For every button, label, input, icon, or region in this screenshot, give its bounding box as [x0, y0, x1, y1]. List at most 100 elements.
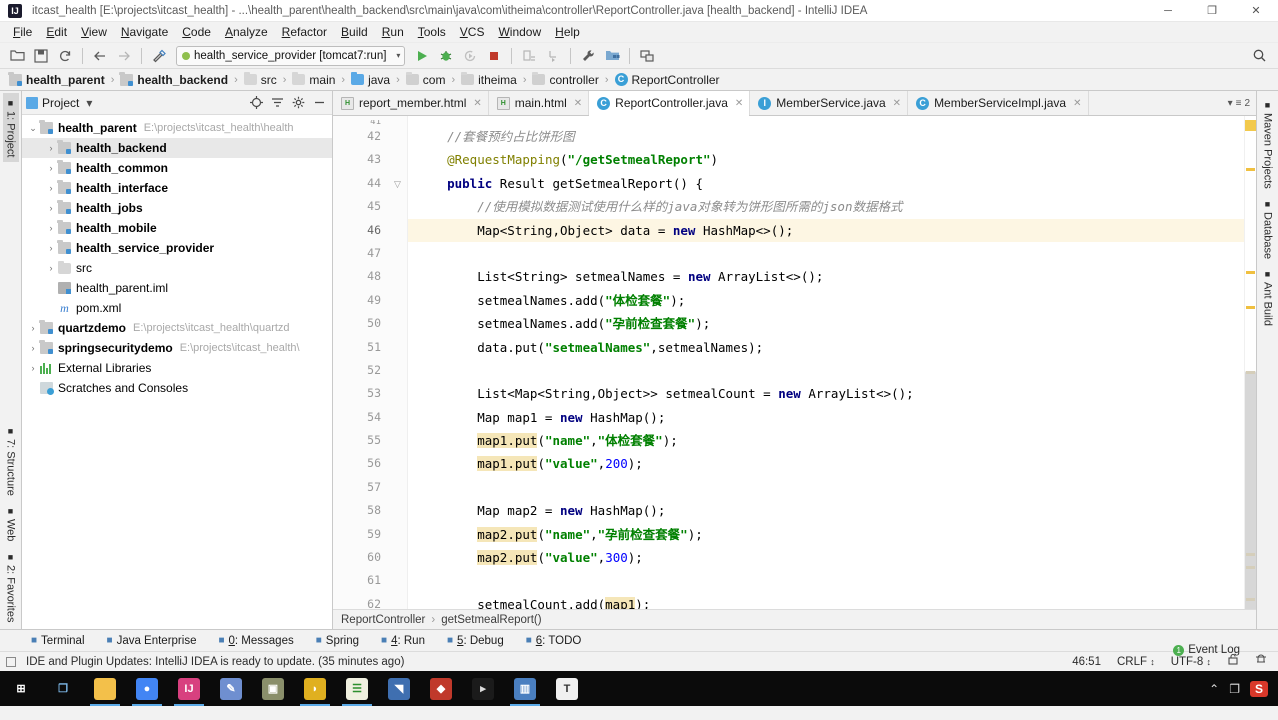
editor-tab-main-html[interactable]: Hmain.html ✕ [489, 91, 590, 115]
build-hammer-icon[interactable] [148, 45, 170, 67]
line-number[interactable]: 56 [333, 452, 389, 475]
line-number[interactable]: 57 [333, 476, 389, 499]
menu-item-view[interactable]: View [74, 22, 114, 43]
code-line[interactable]: setmealNames.add("体检套餐"); [407, 289, 1244, 312]
taskbar-editplus-icon[interactable]: ☰ [336, 671, 378, 706]
code-line[interactable]: @RequestMapping("/getSetmealReport") [407, 148, 1244, 171]
tree-node-health-mobile[interactable]: › health_mobile [22, 218, 332, 238]
tree-expand-arrow[interactable]: › [44, 183, 58, 193]
breadcrumb-item-src[interactable]: src › [241, 69, 290, 91]
menu-item-window[interactable]: Window [491, 22, 548, 43]
editor-tab-reportcontroller-java[interactable]: C ReportController.java ✕ [589, 91, 751, 116]
minimize-button[interactable]: ─ [1146, 0, 1190, 22]
line-number[interactable]: 62 [333, 593, 389, 609]
editor-scrollbar-thumb[interactable] [1245, 371, 1256, 609]
inspection-icon[interactable] [1250, 653, 1272, 671]
menu-item-code[interactable]: Code [175, 22, 218, 43]
update-application-icon[interactable] [518, 45, 540, 67]
error-stripe-markers[interactable] [1244, 116, 1256, 609]
breadcrumb-item-com[interactable]: com › [403, 69, 458, 91]
tree-expand-arrow[interactable]: › [44, 263, 58, 273]
show-hidden-icons[interactable]: ⌃ [1209, 682, 1219, 696]
editor-breadcrumb-getsetmealreport-[interactable]: getSetmealReport() [441, 614, 541, 626]
tree-node-health-interface[interactable]: › health_interface [22, 178, 332, 198]
tree-node-health-jobs[interactable]: › health_jobs [22, 198, 332, 218]
chevron-down-icon[interactable]: ▾ [83, 94, 95, 111]
code-line[interactable]: //套餐预约占比饼形图 [407, 125, 1244, 148]
taskbar-task-view-icon[interactable]: ❐ [42, 671, 84, 706]
code-folding-column[interactable]: ▽ [389, 116, 407, 609]
code-line[interactable]: Map<String,Object> data = new HashMap<>(… [407, 218, 1244, 242]
code-line[interactable]: data.put("setmealNames",setmealNames); [407, 336, 1244, 359]
code-line[interactable]: setmealNames.add("孕前检查套餐"); [407, 312, 1244, 335]
code-line[interactable]: map2.put("name","孕前检查套餐"); [407, 523, 1244, 546]
close-icon[interactable]: ✕ [574, 98, 582, 109]
tree-expand-arrow[interactable]: › [44, 243, 58, 253]
tree-expand-arrow[interactable]: › [44, 143, 58, 153]
line-number[interactable]: 51 [333, 336, 389, 359]
taskbar-charts-icon[interactable]: ◥ [378, 671, 420, 706]
snipaste-icon[interactable]: S [1249, 680, 1268, 697]
tool-window-7-structure[interactable]: ■ 7: Structure [3, 421, 19, 501]
code-line[interactable]: map1.put("value",200); [407, 452, 1244, 475]
bottom-tool-terminal[interactable]: ■ Terminal [28, 631, 88, 651]
code-line[interactable] [407, 242, 1244, 265]
bottom-tool-4-run[interactable]: ■ 4: Run [378, 631, 428, 651]
code-line[interactable]: Map map1 = new HashMap(); [407, 406, 1244, 429]
save-all-icon[interactable] [30, 45, 52, 67]
tree-expand-arrow[interactable]: › [26, 363, 40, 373]
tree-node-health-common[interactable]: › health_common [22, 158, 332, 178]
bottom-tool-spring[interactable]: ■ Spring [313, 631, 362, 651]
tree-expand-arrow[interactable]: › [26, 323, 40, 333]
tree-node-quartzdemo[interactable]: › quartzdemo E:\projects\itcast_health\qua… [22, 318, 332, 338]
line-number[interactable]: 53 [333, 382, 389, 405]
code-line[interactable]: map1.put("name","体检套餐"); [407, 429, 1244, 452]
taskbar-app-window-icon[interactable]: ▥ [504, 671, 546, 706]
close-icon[interactable]: ✕ [1073, 98, 1081, 109]
line-number[interactable]: 48 [333, 265, 389, 288]
taskbar-cmd-icon[interactable]: ▸ [462, 671, 504, 706]
open-folder-icon[interactable] [6, 45, 28, 67]
tree-expand-arrow[interactable]: › [26, 343, 40, 353]
menu-item-navigate[interactable]: Navigate [114, 22, 175, 43]
tree-node-external-libraries[interactable]: › External Libraries [22, 358, 332, 378]
line-number[interactable]: 47 [333, 242, 389, 265]
editor-tab-list-button[interactable]: ▾ ≡ 2 [1228, 91, 1256, 115]
network-icon[interactable]: ❐ [1229, 682, 1240, 696]
code-fold-marker[interactable]: ▽ [393, 179, 402, 189]
taskbar-paint-icon[interactable]: ✎ [210, 671, 252, 706]
tool-window-1-project[interactable]: ■ 1: Project [2, 93, 19, 163]
caret-position[interactable]: 46:51 [1067, 653, 1106, 671]
bottom-tool-java-enterprise[interactable]: ■ Java Enterprise [104, 631, 200, 651]
project-structure-icon[interactable] [601, 45, 623, 67]
error-stripe-marker[interactable] [1246, 306, 1255, 309]
event-log-button[interactable]: 1 Event Log [1173, 644, 1240, 656]
code-line[interactable]: //使用模拟数据测试使用什么样的java对象转为饼形图所需的json数据格式 [407, 195, 1244, 218]
menu-item-analyze[interactable]: Analyze [218, 22, 275, 43]
editor-tab-memberserviceimpl-java[interactable]: C MemberServiceImpl.java ✕ [908, 91, 1089, 115]
error-stripe-marker[interactable] [1245, 120, 1256, 131]
menu-item-file[interactable]: File [6, 22, 39, 43]
search-everywhere-icon[interactable] [1248, 45, 1270, 67]
stop-icon[interactable] [483, 45, 505, 67]
editor-tab-memberservice-java[interactable]: I MemberService.java ✕ [750, 91, 909, 115]
line-number[interactable]: 49 [333, 289, 389, 312]
tool-window-maven-projects[interactable]: ■ Maven Projects [1260, 95, 1276, 194]
code-text-area[interactable]: //套餐预约占比饼形图 @RequestMapping("/getSetmeal… [407, 116, 1244, 609]
code-line[interactable]: List<Map<String,Object>> setmealCount = … [407, 382, 1244, 405]
tool-window-2-favorites[interactable]: ■ 2: Favorites [3, 547, 19, 627]
line-number[interactable]: 59 [333, 523, 389, 546]
back-arrow-icon[interactable] [89, 45, 111, 67]
editor-breadcrumb-reportcontroller[interactable]: ReportController [341, 614, 425, 626]
close-icon[interactable]: ✕ [473, 98, 481, 109]
close-button[interactable]: ✕ [1234, 0, 1278, 22]
error-stripe-marker[interactable] [1246, 168, 1255, 171]
tree-expand-arrow[interactable]: › [44, 203, 58, 213]
run-configuration-selector[interactable]: health_service_provider [tomcat7:run] ▾ [176, 45, 406, 66]
close-icon[interactable]: ✕ [893, 98, 901, 109]
code-line[interactable]: List<String> setmealNames = new ArrayLis… [407, 265, 1244, 288]
profile-icon[interactable] [542, 45, 564, 67]
taskbar-navicat-icon[interactable]: ◗ [294, 671, 336, 706]
tree-node-health-backend[interactable]: › health_backend [22, 138, 332, 158]
status-message[interactable]: IDE and Plugin Updates: IntelliJ IDEA is… [26, 656, 404, 668]
